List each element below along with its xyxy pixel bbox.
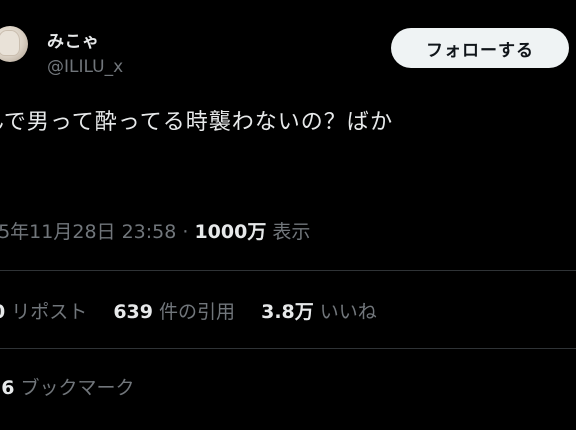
likes-label: いいね — [313, 301, 377, 323]
quotes-stat[interactable]: 639 件の引用 — [113, 301, 255, 323]
author-handle[interactable]: @ILILU_x — [47, 57, 123, 77]
reposts-label: リポスト — [5, 301, 88, 323]
bookmarks-label: ブックマーク — [14, 377, 135, 399]
bookmarks-stat[interactable]: 26 ブックマーク — [0, 373, 135, 400]
likes-stat[interactable]: 3.8万 いいね — [261, 301, 397, 323]
avatar-image — [0, 30, 20, 56]
meta-separator: · — [176, 221, 195, 243]
views-label: 表示 — [266, 221, 311, 243]
divider — [0, 270, 576, 271]
bookmarks-count: 26 — [0, 377, 15, 399]
divider — [0, 348, 576, 349]
views-count: 1000万 — [194, 221, 267, 243]
reposts-stat[interactable]: 0 リポスト — [0, 301, 107, 323]
quotes-count: 639 — [113, 301, 153, 323]
tweet-text: んで男って酔ってる時襲わないの？ばか ？ — [0, 110, 394, 172]
avatar[interactable] — [0, 26, 28, 62]
likes-count: 3.8万 — [261, 301, 314, 323]
engagement-stats: 0 リポスト 639 件の引用 3.8万 いいね — [0, 297, 397, 324]
author-display-name[interactable]: みこゃ — [47, 27, 100, 52]
tweet-meta: 25年11月28日 23:58 · 1000万 表示 — [0, 217, 310, 244]
quotes-label: 件の引用 — [153, 301, 236, 323]
follow-button[interactable]: フォローする — [391, 28, 569, 68]
tweet-datetime[interactable]: 25年11月28日 23:58 — [0, 221, 176, 243]
